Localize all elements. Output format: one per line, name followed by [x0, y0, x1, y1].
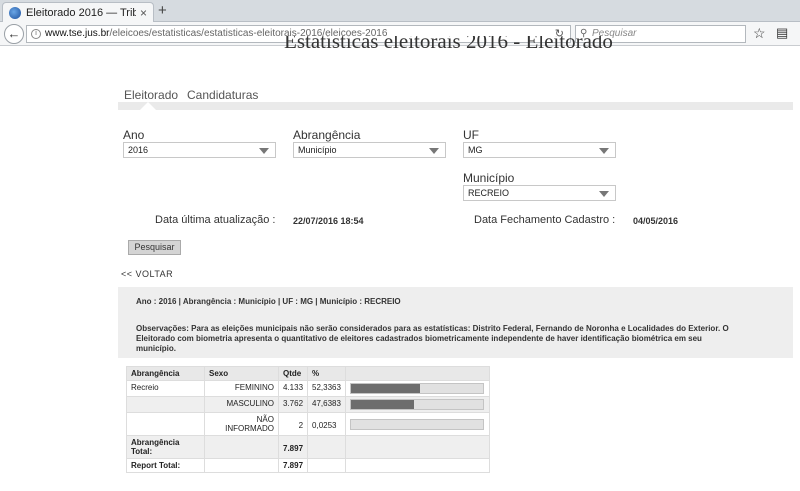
municipio-value: RECREIO: [468, 188, 510, 198]
cell-bar: [345, 412, 490, 436]
reading-list-icon[interactable]: ▤: [776, 25, 788, 41]
abrangencia-total-row: Abrangência Total: 7.897: [126, 435, 490, 459]
empty-cell: [345, 435, 490, 459]
abrangencia-label: Abrangência: [293, 128, 361, 142]
cell-qtde: 3.762: [277, 396, 309, 413]
cell-abrangencia: [126, 412, 205, 436]
ano-select[interactable]: 2016: [123, 142, 276, 158]
cell-sexo: FEMININO: [204, 380, 279, 397]
uf-label: UF: [463, 128, 479, 142]
empty-cell: [204, 458, 279, 473]
municipio-label: Município: [463, 171, 515, 185]
fechamento-value: 04/05/2016: [633, 216, 679, 226]
cell-pct: 0,0253: [307, 412, 347, 436]
municipio-select[interactable]: RECREIO: [463, 185, 616, 201]
cell-qtde: 2: [277, 412, 309, 436]
col-abrangencia: Abrangência: [126, 366, 205, 381]
chevron-down-icon: [599, 148, 609, 154]
close-tab-icon[interactable]: ×: [140, 6, 147, 20]
table-row: Recreio FEMININO 4.133 52,3363: [126, 380, 490, 397]
chevron-down-icon: [599, 191, 609, 197]
report-total-value: 7.897: [277, 458, 309, 473]
tab-eleitorado[interactable]: Eleitorado: [124, 88, 178, 102]
col-pct: %: [307, 366, 347, 381]
uf-select[interactable]: MG: [463, 142, 616, 158]
cell-abrangencia: Recreio: [126, 380, 205, 397]
table-row: NÃO INFORMADO 2 0,0253: [126, 412, 490, 436]
active-tab-indicator: [140, 102, 156, 110]
page-tabs: Eleitorado Candidaturas: [118, 88, 793, 110]
page-title: Estatísticas eleitorais 2016 - Eleitorad…: [284, 36, 613, 50]
table-row: MASCULINO 3.762 47,6383: [126, 396, 490, 413]
atualizacao-label: Data última atualização :: [155, 214, 276, 226]
fechamento-label: Data Fechamento Cadastro :: [474, 214, 616, 226]
pesquisar-button[interactable]: Pesquisar: [128, 240, 181, 255]
info-icon[interactable]: i: [31, 29, 41, 39]
share-bar: [350, 399, 485, 410]
share-bar-fill: [351, 400, 414, 409]
new-tab-icon[interactable]: +: [158, 2, 167, 20]
cell-qtde: 4.133: [277, 380, 309, 397]
results-table: Abrangência Sexo Qtde % Recreio FEMININO…: [126, 366, 490, 473]
report-total-row: Report Total: 7.897: [126, 458, 490, 473]
voltar-link[interactable]: << VOLTAR: [121, 269, 173, 279]
chevron-down-icon: [429, 148, 439, 154]
share-bar: [350, 419, 485, 430]
url-domain: www.tse.jus.br: [45, 28, 110, 39]
summary-panel: Ano : 2016 | Abrangência : Município | U…: [118, 287, 793, 358]
ano-label: Ano: [123, 128, 145, 142]
tab-strip: Eleitorado 2016 — Tribunal... × +: [0, 0, 800, 22]
cell-sexo: MASCULINO: [204, 396, 279, 413]
abrangencia-total-value: 7.897: [277, 435, 309, 459]
col-qtde: Qtde: [277, 366, 309, 381]
empty-cell: [307, 458, 347, 473]
cell-bar: [345, 380, 490, 397]
bookmark-star-icon[interactable]: ☆: [753, 25, 766, 42]
share-bar-fill: [351, 384, 421, 393]
tab-title: Eleitorado 2016 — Tribunal...: [26, 6, 136, 19]
back-arrow-icon[interactable]: ←: [4, 24, 24, 44]
browser-tab[interactable]: Eleitorado 2016 — Tribunal... ×: [2, 2, 154, 22]
cell-pct: 52,3363: [307, 380, 347, 397]
abrangencia-select[interactable]: Município: [293, 142, 446, 158]
cell-abrangencia: [126, 396, 205, 413]
share-bar: [350, 383, 485, 394]
table-header-row: Abrangência Sexo Qtde %: [126, 366, 490, 381]
report-total-label: Report Total:: [126, 458, 205, 473]
chevron-down-icon: [259, 148, 269, 154]
abrangencia-total-label: Abrangência Total:: [126, 435, 205, 459]
uf-value: MG: [468, 145, 483, 155]
tab-candidaturas[interactable]: Candidaturas: [187, 88, 258, 102]
ano-value: 2016: [128, 145, 149, 155]
summary-observacoes: Observações: Para as eleições municipais…: [136, 324, 729, 353]
cell-sexo: NÃO INFORMADO: [204, 412, 279, 436]
col-bar: [345, 366, 490, 381]
abrangencia-value: Município: [298, 145, 337, 155]
cell-bar: [345, 396, 490, 413]
summary-filters: Ano : 2016 | Abrangência : Município | U…: [136, 297, 401, 306]
empty-cell: [307, 435, 347, 459]
site-favicon-icon: [9, 6, 21, 19]
atualizacao-value: 22/07/2016 18:54: [293, 216, 364, 226]
empty-cell: [345, 458, 490, 473]
empty-cell: [204, 435, 279, 459]
cell-pct: 47,6383: [307, 396, 347, 413]
col-sexo: Sexo: [204, 366, 279, 381]
